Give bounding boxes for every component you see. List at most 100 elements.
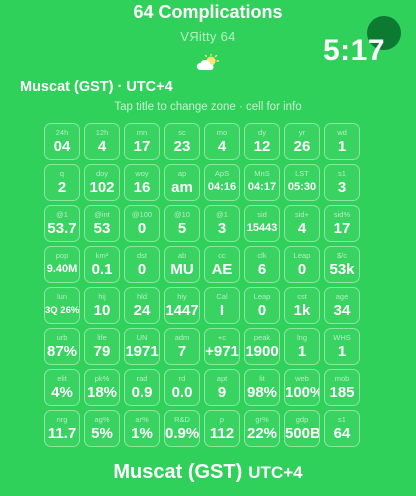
cell-label: urb [56,333,68,342]
cell-value: 16 [133,179,151,196]
cell-label: +c [217,333,227,342]
complication-cell[interactable]: peak 1900 [244,328,280,365]
complication-cell[interactable]: life 79 [84,328,120,365]
complication-cell[interactable]: nrg 11.7 [44,410,80,447]
complication-cell[interactable]: R&D 0.9% [164,410,200,447]
cell-label: @1 [56,210,68,219]
complication-cell[interactable]: @1 3 [204,205,240,242]
cell-value: 9.40M [46,263,78,275]
complication-cell[interactable]: ApS 04:16 [204,164,240,201]
cell-label: 24h [55,128,69,137]
complication-cell[interactable]: ar% 1% [124,410,160,447]
cell-label: ApS [214,169,230,178]
cell-value: 34 [333,302,351,319]
complication-cell[interactable]: hiy 1447 [164,287,200,324]
cell-label: sid+ [295,210,309,219]
complication-cell[interactable]: @1 53.7 [44,205,80,242]
cell-label: MnS [254,169,270,178]
cell-label: apt [216,374,228,383]
complication-cell[interactable]: yr 26 [284,123,320,160]
cell-value: 1971 [125,343,159,360]
cell-label: sid [257,210,267,219]
complication-cell[interactable]: s1 3 [324,164,360,201]
complication-cell[interactable]: web 100% [284,369,320,406]
cell-value: 1447 [165,302,199,319]
cell-label: @10 [174,210,190,219]
complication-cell[interactable]: $/c 53k [324,246,360,283]
complication-cell[interactable]: woy 16 [124,164,160,201]
footer-zone[interactable]: Muscat (GST) UTC+4 [0,461,416,484]
cell-label: hij [98,292,106,301]
complication-cell[interactable]: @10 5 [164,205,200,242]
complication-cell[interactable]: age 34 [324,287,360,324]
complication-cell[interactable]: MnS 04:17 [244,164,280,201]
complication-cell[interactable]: hld 24 [124,287,160,324]
complication-cell[interactable]: mob 185 [324,369,360,406]
complication-cell[interactable]: @int 53 [84,205,120,242]
complication-cell[interactable]: sc 23 [164,123,200,160]
cell-value: 22% [246,425,278,442]
cell-value: 1 [337,138,347,155]
complication-cell[interactable]: sid+ 4 [284,205,320,242]
app-title[interactable]: 64 Complications [0,2,416,23]
cell-value: 500B [285,425,320,442]
cell-value: 4 [217,138,227,155]
cell-value: +971 [205,343,239,360]
cell-value: 4 [297,220,307,237]
complication-cell[interactable]: q2 [44,164,80,201]
complication-cell[interactable]: ag% 5% [84,410,120,447]
complication-cell[interactable]: pop 9.40M [44,246,80,283]
complication-cell[interactable]: s1 64 [324,410,360,447]
complication-cell[interactable]: 12h 4 [84,123,120,160]
complication-cell[interactable]: WHS 1 [324,328,360,365]
complication-cell[interactable]: Cal I [204,287,240,324]
complication-cell[interactable]: apt 9 [204,369,240,406]
complication-cell[interactable]: elit 4% [44,369,80,406]
cell-label: sid% [333,210,351,219]
complication-cell[interactable]: rd 0.0 [164,369,200,406]
complication-cell[interactable]: p 112 [204,410,240,447]
cell-label: lit [259,374,265,383]
complication-cell[interactable]: km² 0.1 [84,246,120,283]
complication-cell[interactable]: ap am [164,164,200,201]
complication-cell[interactable]: cc AE [204,246,240,283]
complication-cell[interactable]: adm 7 [164,328,200,365]
zone-title[interactable]: Muscat (GST) · UTC+4 [20,79,173,95]
complication-cell[interactable]: hij 10 [84,287,120,324]
complication-cell[interactable]: sid% 17 [324,205,360,242]
complication-cell[interactable]: dy 12 [244,123,280,160]
cell-value: 11.7 [47,425,77,442]
complication-cell[interactable]: Leap 0 [244,287,280,324]
complication-cell[interactable]: gr% 22% [244,410,280,447]
cell-value: 17 [333,220,351,237]
cell-value: 53 [93,220,111,237]
complication-cell[interactable]: pk% 18% [84,369,120,406]
cell-value: 87% [46,343,78,360]
complication-cell[interactable]: mn 17 [124,123,160,160]
complication-cell[interactable]: clk 6 [244,246,280,283]
cell-label: p [219,415,225,424]
complication-cell[interactable]: urb 87% [44,328,80,365]
complication-cell[interactable]: sid 15443 [244,205,280,242]
complication-cell[interactable]: doy 102 [84,164,120,201]
complication-cell[interactable]: ab MU [164,246,200,283]
cell-value: 53k [329,261,355,278]
complication-cell[interactable]: UN 1971 [124,328,160,365]
complication-cell[interactable]: +c +971 [204,328,240,365]
complication-cell[interactable]: wd 1 [324,123,360,160]
complication-cell[interactable]: dst 0 [124,246,160,283]
complication-cell[interactable]: lng 1 [284,328,320,365]
complication-cell[interactable]: LST 05:30 [284,164,320,201]
cell-value: 26 [293,138,311,155]
complication-cell[interactable]: @100 0 [124,205,160,242]
complication-cell[interactable]: cst 1k [284,287,320,324]
complication-cell[interactable]: lit 98% [244,369,280,406]
cell-label: WHS [333,333,351,342]
complication-cell[interactable]: lun 3Q 26% [44,287,80,324]
complication-cell[interactable]: mo 4 [204,123,240,160]
complication-cell[interactable]: 24h 04 [44,123,80,160]
complication-cell[interactable]: gdp 500B [284,410,320,447]
cell-label: ar% [135,415,149,424]
complication-cell[interactable]: rad 0.9 [124,369,160,406]
complication-cell[interactable]: Leap 0 [284,246,320,283]
